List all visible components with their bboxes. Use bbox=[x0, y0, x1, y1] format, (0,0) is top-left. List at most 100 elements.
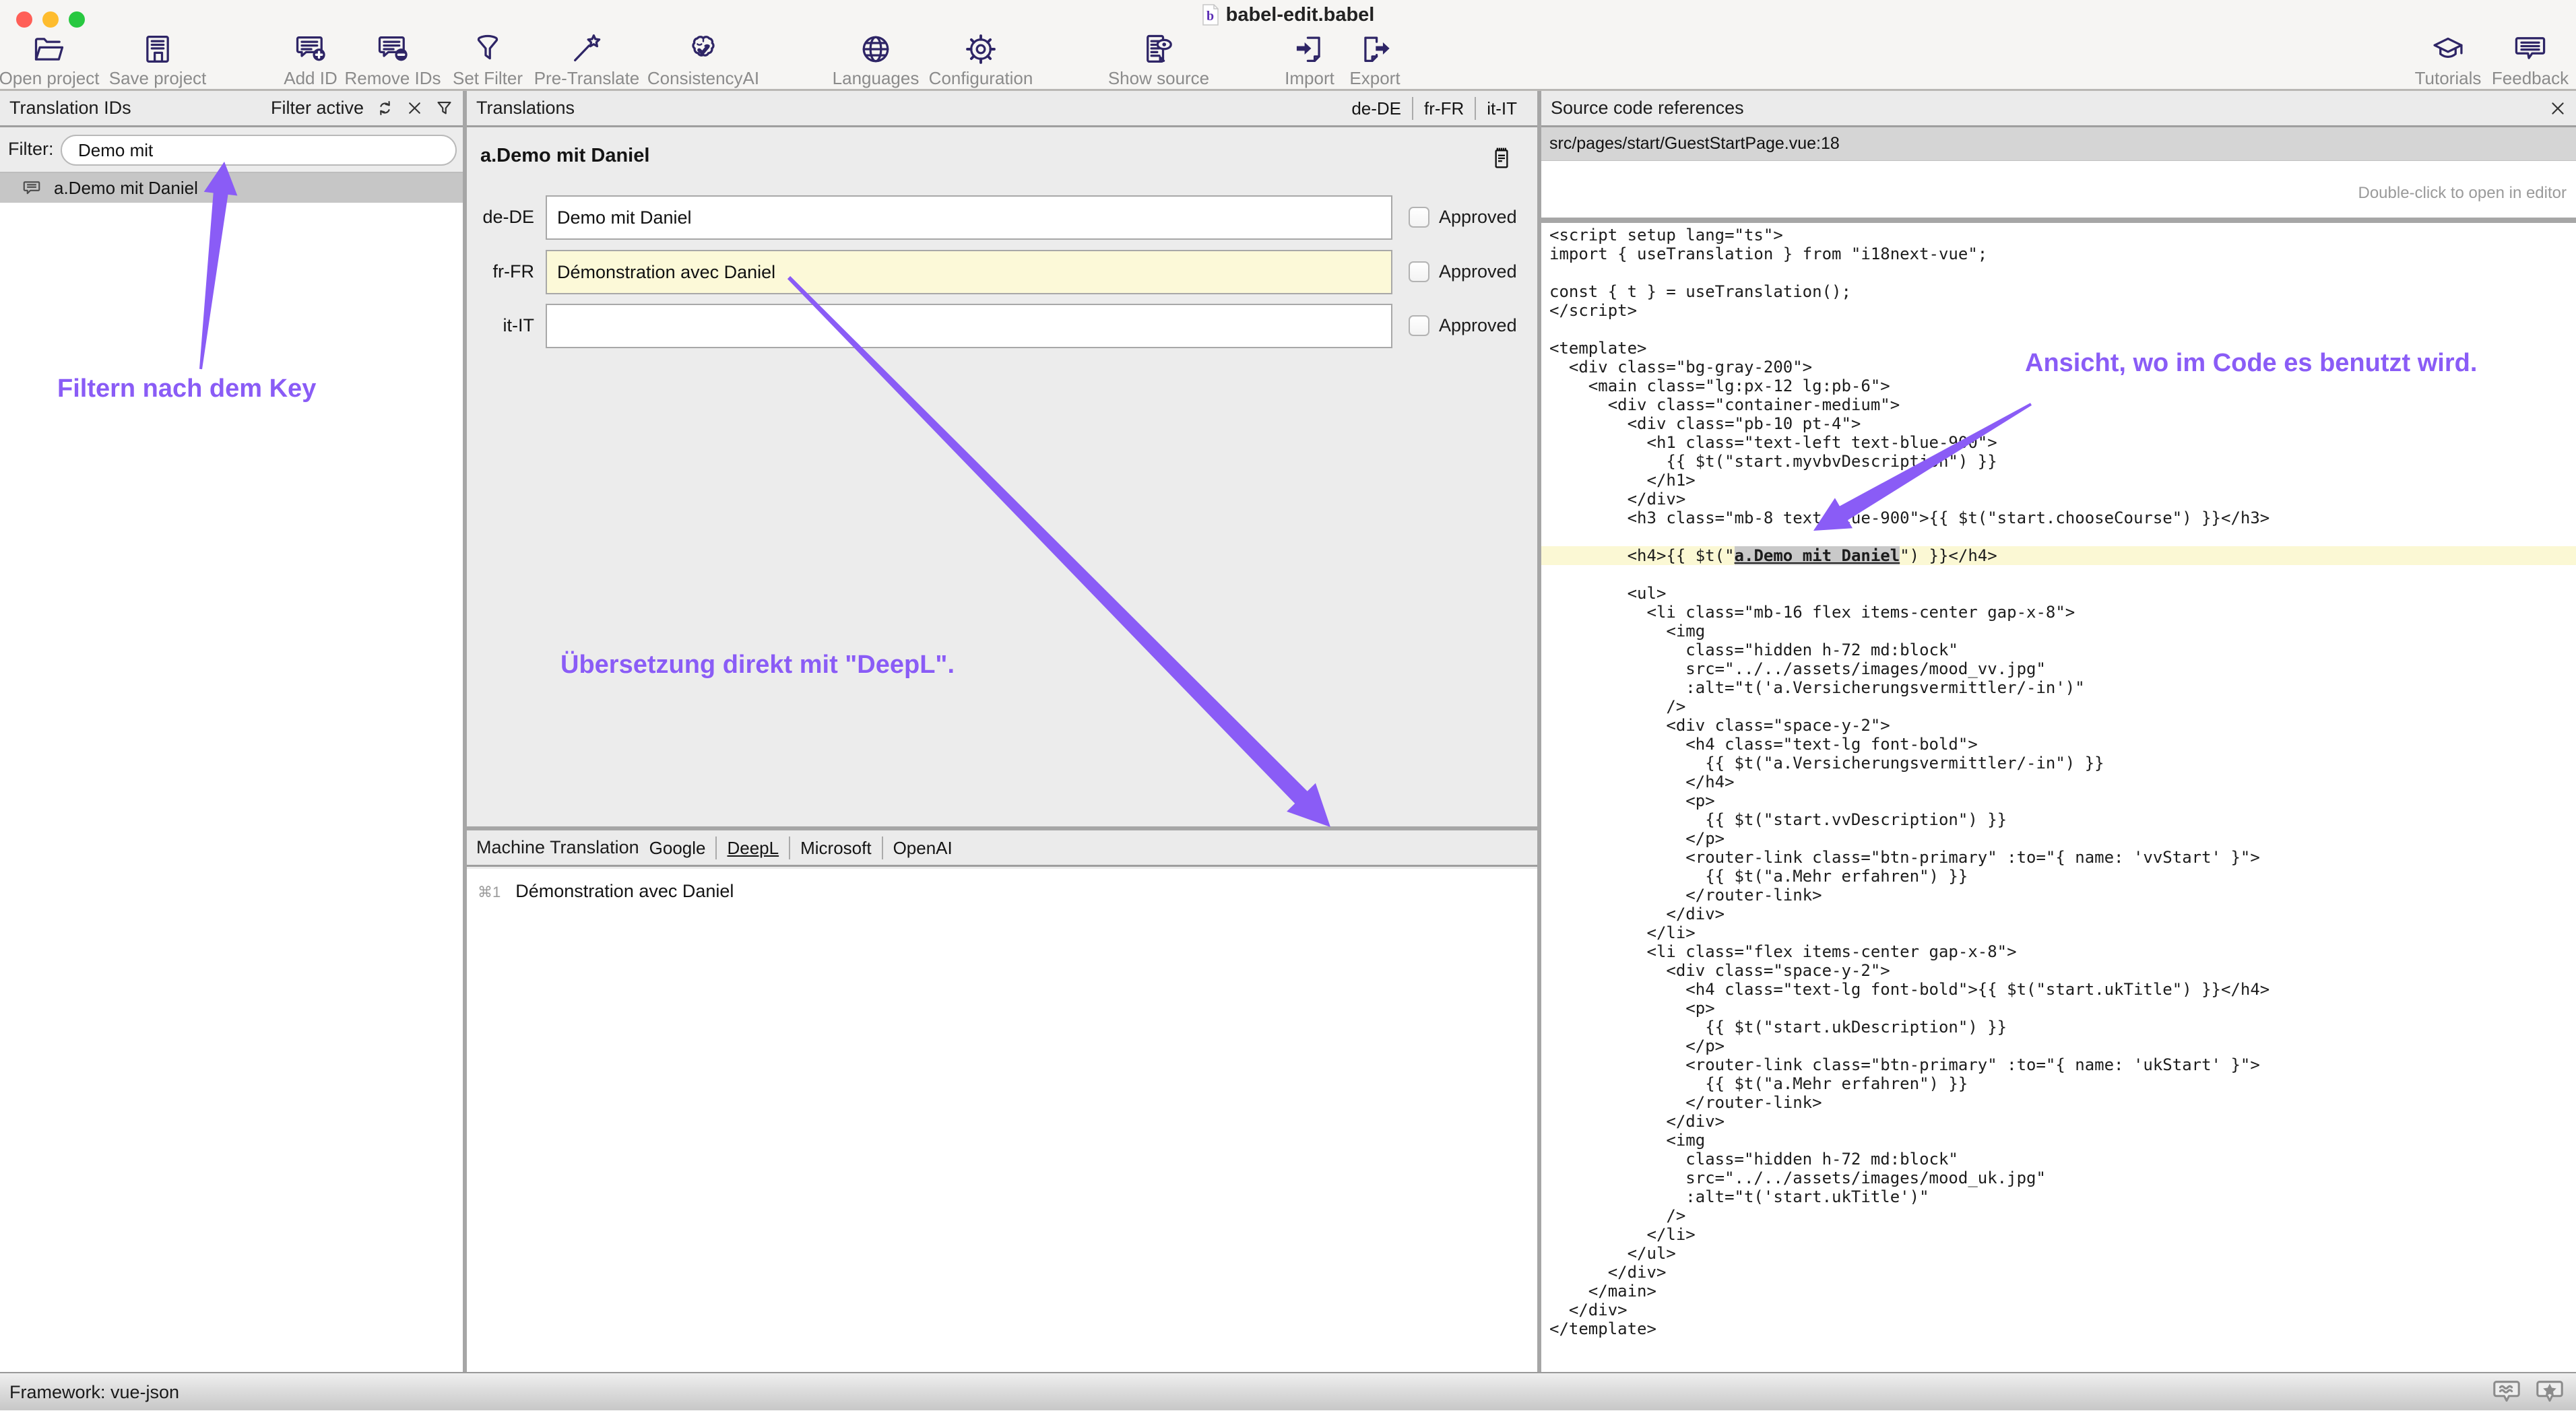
code-line: {{ $t("a.Mehr erfahren") }} bbox=[1541, 867, 2576, 886]
export-button[interactable]: Export bbox=[1311, 32, 1439, 89]
code-line: <img bbox=[1541, 622, 2576, 641]
annotation-filter-note: Filtern nach dem Key bbox=[57, 374, 316, 403]
filter-input[interactable] bbox=[61, 135, 457, 166]
pre-translate-button[interactable]: Pre-Translate bbox=[523, 32, 651, 89]
close-source-panel-button[interactable] bbox=[2549, 100, 2567, 117]
translations-title: Translations bbox=[476, 98, 575, 119]
code-view: <script setup lang="ts">import { useTran… bbox=[1541, 223, 2576, 1338]
window-title: b babel-edit.babel bbox=[0, 4, 2576, 31]
translation-row-it-IT: it-IT Approved bbox=[467, 304, 1537, 348]
code-line: <router-link class="btn-primary" :to="{ … bbox=[1541, 848, 2576, 867]
comment-bubble-icon bbox=[22, 178, 42, 198]
translation-input-it-IT[interactable] bbox=[546, 304, 1392, 348]
annotation-deepl-note: Übersetzung direkt mit "DeepL". bbox=[560, 651, 955, 680]
translation-memory-button[interactable] bbox=[2491, 1377, 2522, 1411]
lang-button-fr-FR[interactable]: fr-FR bbox=[1412, 97, 1475, 120]
code-line: </template> bbox=[1541, 1319, 2576, 1338]
provider-deepl-button[interactable]: DeepL bbox=[715, 836, 789, 859]
svg-text:b: b bbox=[1206, 9, 1214, 24]
open-in-editor-hint: Double-click to open in editor bbox=[2358, 184, 2567, 203]
code-line: </router-link> bbox=[1541, 886, 2576, 905]
provider-microsoft-button[interactable]: Microsoft bbox=[789, 836, 881, 859]
code-line: <div class="space-y-2"> bbox=[1541, 716, 2576, 735]
code-line: src="../../assets/images/mood_vv.jpg" bbox=[1541, 659, 2576, 678]
favorites-button[interactable] bbox=[2534, 1377, 2565, 1411]
comment-note-button[interactable] bbox=[1488, 143, 1515, 176]
code-line: <h3 class="mb-8 text-blue-900">{{ $t("st… bbox=[1541, 508, 2576, 527]
highlighted-translation-key[interactable]: a.Demo mit Daniel bbox=[1735, 546, 1900, 565]
translation-input-de-DE[interactable] bbox=[546, 195, 1392, 240]
code-line: {{ $t("start.vvDescription") }} bbox=[1541, 810, 2576, 829]
code-line: </div> bbox=[1541, 1112, 2576, 1131]
code-line: <li class="mb-16 flex items-center gap-x… bbox=[1541, 603, 2576, 622]
source-divider bbox=[1541, 218, 2576, 223]
toolbar: Open project Save project Add ID Remove … bbox=[0, 30, 2576, 91]
code-line: {{ $t("a.Versicherungsvermittler/-in") }… bbox=[1541, 754, 2576, 773]
folder-open-icon bbox=[32, 32, 67, 67]
translation-id-label: a.Demo mit Daniel bbox=[54, 178, 198, 199]
translation-row-fr-FR: fr-FR Approved bbox=[467, 250, 1537, 294]
code-line: <p> bbox=[1541, 791, 2576, 810]
code-line: <h4 class="text-lg font-bold">{{ $t("sta… bbox=[1541, 980, 2576, 999]
floppy-disk-icon bbox=[140, 32, 175, 67]
document-eye-icon bbox=[1141, 32, 1176, 67]
funnel-icon bbox=[435, 99, 453, 117]
code-line: </p> bbox=[1541, 829, 2576, 848]
code-line: </div> bbox=[1541, 905, 2576, 923]
funnel-icon bbox=[470, 32, 505, 67]
code-line: <ul> bbox=[1541, 584, 2576, 603]
translation-input-fr-FR[interactable] bbox=[546, 250, 1392, 294]
bubble-minus-icon bbox=[375, 32, 410, 67]
translation-ids-panel: Translation IDs Filter active Filter: bbox=[0, 91, 463, 1372]
consistency-ai-button[interactable]: ConsistencyAI bbox=[639, 32, 767, 89]
code-line: <div class="space-y-2"> bbox=[1541, 961, 2576, 980]
clear-filter-button[interactable] bbox=[406, 100, 423, 117]
code-line: </script> bbox=[1541, 301, 2576, 320]
source-reference-row[interactable]: src/pages/start/GuestStartPage.vue:18 bbox=[1541, 127, 2576, 161]
approved-checkbox-fr-FR[interactable] bbox=[1409, 261, 1429, 282]
refresh-icon bbox=[376, 99, 394, 117]
bubble-plus-icon bbox=[293, 32, 328, 67]
approved-checkbox-de-DE[interactable] bbox=[1409, 207, 1429, 228]
approved-checkbox-it-IT[interactable] bbox=[1409, 315, 1429, 336]
bubble-waves-icon bbox=[2491, 1377, 2522, 1408]
machine-translation-result-row[interactable]: ⌘1 Démonstration avec Daniel bbox=[478, 881, 734, 902]
provider-google-button[interactable]: Google bbox=[639, 836, 716, 859]
provider-openai-button[interactable]: OpenAI bbox=[882, 836, 963, 859]
export-arrow-icon bbox=[1357, 32, 1392, 67]
machine-translation-title: Machine Translation bbox=[476, 837, 639, 858]
code-line: <h4 class="text-lg font-bold"> bbox=[1541, 735, 2576, 754]
code-line: <h4>{{ $t("a.Demo mit Daniel") }}</h4> bbox=[1541, 546, 2576, 565]
source-hint-area: Double-click to open in editor bbox=[1541, 161, 2576, 218]
magic-wand-icon bbox=[569, 32, 604, 67]
graduation-cap-icon bbox=[2430, 32, 2466, 67]
machine-translation-result: Démonstration avec Daniel bbox=[515, 881, 734, 902]
status-bar: Framework: vue-json bbox=[0, 1372, 2576, 1410]
machine-translation-header: Machine Translation Google DeepL Microso… bbox=[467, 830, 1537, 867]
lang-button-it-IT[interactable]: it-IT bbox=[1475, 97, 1528, 120]
code-line bbox=[1541, 527, 2576, 546]
code-line: <img bbox=[1541, 1131, 2576, 1150]
code-line: </li> bbox=[1541, 1225, 2576, 1244]
translation-id-item[interactable]: a.Demo mit Daniel bbox=[0, 173, 463, 203]
notepad-icon bbox=[1488, 143, 1515, 173]
code-line: </div> bbox=[1541, 1301, 2576, 1319]
show-source-button[interactable]: Show source bbox=[1095, 32, 1223, 89]
lang-button-de-DE[interactable]: de-DE bbox=[1341, 97, 1412, 120]
filter-options-button[interactable] bbox=[435, 99, 453, 117]
feedback-button[interactable]: Feedback bbox=[2466, 32, 2576, 89]
code-line: class="hidden h-72 md:block" bbox=[1541, 641, 2576, 659]
code-line: <div class="container-medium"> bbox=[1541, 395, 2576, 414]
code-line: </li> bbox=[1541, 923, 2576, 942]
save-project-button[interactable]: Save project bbox=[94, 32, 222, 89]
document-icon: b bbox=[1202, 4, 1219, 31]
code-line: </ul> bbox=[1541, 1244, 2576, 1263]
code-line: <router-link class="btn-primary" :to="{ … bbox=[1541, 1055, 2576, 1074]
translations-header: Translations de-DE fr-FR it-IT bbox=[467, 91, 1537, 127]
window-titlebar: b babel-edit.babel bbox=[0, 0, 2576, 30]
code-line: </div> bbox=[1541, 1263, 2576, 1282]
configuration-button[interactable]: Configuration bbox=[917, 32, 1045, 89]
code-line: /> bbox=[1541, 697, 2576, 716]
shortcut-badge: ⌘1 bbox=[478, 884, 501, 901]
refresh-filter-button[interactable] bbox=[376, 99, 394, 117]
